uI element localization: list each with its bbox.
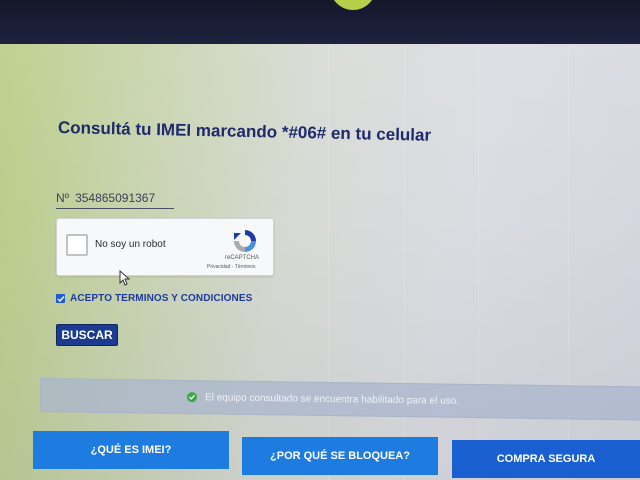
terms-label: ACEPTO TERMINOS Y CONDICIONES xyxy=(70,293,253,304)
recaptcha-icon xyxy=(234,230,256,252)
what-is-imei-button[interactable]: ¿QUÉ ES IMEI? xyxy=(33,431,229,469)
terms-checkbox[interactable] xyxy=(56,294,65,303)
recaptcha-label: No soy un robot xyxy=(95,239,166,250)
imei-input[interactable] xyxy=(75,191,166,205)
check-circle-icon xyxy=(186,392,198,403)
why-blocked-button[interactable]: ¿POR QUÉ SE BLOQUEA? xyxy=(242,437,438,475)
checkmark-icon xyxy=(57,295,65,302)
recaptcha-links[interactable]: Privacidad - Términos xyxy=(207,264,256,270)
mouse-cursor-icon xyxy=(119,270,131,286)
terms-checkbox-row[interactable]: ACEPTO TERMINOS Y CONDICIONES xyxy=(56,293,252,304)
recaptcha-checkbox[interactable] xyxy=(66,234,88,256)
safe-purchase-button[interactable]: COMPRA SEGURA xyxy=(452,440,640,478)
recaptcha-brand: reCAPTCHA xyxy=(225,255,260,261)
imei-field[interactable]: Nº xyxy=(56,188,174,209)
recaptcha-widget: No soy un robot reCAPTCHA Privacidad - T… xyxy=(56,218,274,276)
site-logo[interactable] xyxy=(330,0,376,10)
site-header xyxy=(0,0,640,50)
imei-prefix: Nº xyxy=(56,191,70,205)
status-text: El equipo consultado se encuentra habili… xyxy=(204,391,460,407)
search-button[interactable]: BUSCAR xyxy=(56,324,118,346)
